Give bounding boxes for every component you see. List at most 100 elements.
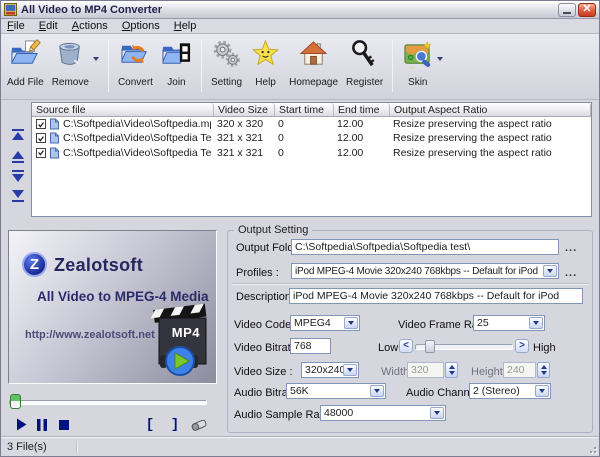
setting-gears-icon bbox=[211, 39, 242, 77]
chevron-down-icon[interactable] bbox=[535, 385, 549, 397]
chevron-down-icon[interactable] bbox=[430, 407, 444, 419]
preview-panel: Z Zealotsoft All Video to MPEG-4 Media h… bbox=[8, 230, 217, 384]
menu-options[interactable]: Options bbox=[116, 20, 168, 32]
toolbar-button-label: Remove bbox=[51, 77, 89, 88]
toolbar-button-label: Skin bbox=[408, 77, 428, 88]
video-size: 321 x 321 bbox=[217, 146, 264, 159]
width-stepper[interactable] bbox=[445, 362, 458, 378]
table-row[interactable]: C:\Softpedia\Video\Softpedia Teste... 321… bbox=[32, 131, 591, 145]
website-link[interactable]: http://www.zealotsoft.net bbox=[25, 329, 155, 341]
audio-sample-rate-select[interactable]: 48000 bbox=[320, 405, 446, 421]
menu-edit[interactable]: Edit bbox=[33, 20, 66, 32]
height-input[interactable]: 240 bbox=[503, 362, 536, 378]
menu-file[interactable]: File bbox=[1, 20, 33, 32]
toolbar-remove-button[interactable]: Remove bbox=[48, 37, 93, 88]
bitrate-high-label: High bbox=[533, 342, 556, 354]
bitrate-slider-right-button[interactable]: > bbox=[515, 339, 529, 353]
toolbar-add-file-button[interactable]: Add File bbox=[3, 37, 48, 88]
end-time: 12.00 bbox=[337, 146, 364, 159]
convert-folder-icon bbox=[120, 39, 151, 77]
column-output-aspect-ratio[interactable]: Output Aspect Ratio bbox=[390, 103, 591, 117]
video-frame-rate-select[interactable]: 25 bbox=[473, 315, 545, 331]
move-to-top-button[interactable] bbox=[10, 129, 26, 141]
toolbar-homepage-button[interactable]: Homepage bbox=[285, 37, 342, 88]
output-setting-label: Output Setting bbox=[234, 224, 313, 236]
toolbar-button-label: Join bbox=[167, 77, 186, 88]
chevron-down-icon[interactable] bbox=[437, 57, 444, 61]
toolbar-join-button[interactable]: Join bbox=[157, 37, 196, 88]
add-file-folder-icon bbox=[10, 39, 41, 77]
brand-name: Zealotsoft bbox=[54, 255, 144, 275]
toolbar-register-button[interactable]: Register bbox=[342, 37, 387, 88]
description-label: Description : bbox=[236, 291, 298, 303]
toolbar: Add File Remove Convert Join Setting Help Home… bbox=[1, 34, 599, 100]
width-input[interactable]: 320 bbox=[407, 362, 444, 378]
chevron-down-icon[interactable] bbox=[92, 57, 99, 61]
table-row[interactable]: C:\Softpedia\Video\Softpedia Teste... 321… bbox=[32, 146, 591, 160]
clear-button[interactable] bbox=[190, 417, 208, 432]
column-start-time[interactable]: Start time bbox=[275, 103, 334, 117]
move-up-button[interactable] bbox=[10, 151, 26, 163]
audio-channels-select[interactable]: 2 (Stereo) bbox=[469, 383, 551, 399]
app-icon bbox=[4, 3, 17, 16]
toolbar-button-label: Homepage bbox=[289, 77, 339, 88]
status-divider bbox=[76, 441, 77, 453]
file-list: Source file Video Size Start time End time O… bbox=[31, 102, 592, 217]
seek-slider-track[interactable] bbox=[9, 400, 207, 405]
homepage-house-icon bbox=[298, 39, 329, 77]
output-folder-input[interactable]: C:\Softpedia\Softpedia\Softpedia test\ bbox=[291, 239, 559, 255]
table-row[interactable]: C:\Softpedia\Video\Softpedia.mpeg 320 x 3… bbox=[32, 117, 591, 131]
output-folder-browse-button[interactable]: ... bbox=[565, 243, 577, 256]
move-to-bottom-button[interactable] bbox=[10, 190, 26, 202]
bitrate-slider-thumb[interactable] bbox=[425, 340, 435, 353]
video-bitrate-input[interactable]: 768 bbox=[290, 338, 331, 354]
audio-bitrate-select[interactable]: 56K bbox=[286, 383, 386, 399]
bitrate-slider-left-button[interactable]: < bbox=[399, 339, 413, 353]
chevron-down-icon[interactable] bbox=[343, 364, 357, 376]
chevron-down-icon[interactable] bbox=[370, 385, 384, 397]
profiles-browse-button[interactable]: ... bbox=[565, 268, 577, 281]
stop-button[interactable] bbox=[57, 417, 71, 432]
move-down-button[interactable] bbox=[10, 170, 26, 182]
video-file-icon bbox=[49, 118, 60, 130]
toolbar-convert-button[interactable]: Convert bbox=[114, 37, 157, 88]
pause-button[interactable] bbox=[35, 417, 49, 432]
row-checkbox[interactable] bbox=[36, 119, 46, 130]
video-size: 321 x 321 bbox=[217, 132, 264, 145]
column-source-file[interactable]: Source file bbox=[32, 103, 214, 117]
start-time: 0 bbox=[278, 118, 284, 131]
toolbar-help-button[interactable]: Help bbox=[246, 37, 285, 88]
group-separator bbox=[232, 283, 589, 284]
status-bar: 3 File(s) bbox=[1, 436, 599, 456]
description-input[interactable]: iPod MPEG-4 Movie 320x240 768kbps -- Def… bbox=[289, 288, 583, 304]
row-checkbox[interactable] bbox=[36, 133, 46, 144]
menu-bar: File Edit Actions Options Help bbox=[1, 19, 599, 34]
toolbar-skin-button[interactable]: Skin bbox=[398, 37, 437, 88]
mark-start-button[interactable]: [ bbox=[144, 417, 156, 433]
chevron-down-icon[interactable] bbox=[529, 317, 543, 329]
minimize-button[interactable] bbox=[558, 2, 576, 17]
mark-end-button[interactable]: ] bbox=[169, 417, 181, 433]
toolbar-setting-button[interactable]: Setting bbox=[207, 37, 246, 88]
column-video-size[interactable]: Video Size bbox=[214, 103, 275, 117]
height-stepper[interactable] bbox=[537, 362, 550, 378]
chevron-down-icon[interactable] bbox=[344, 317, 358, 329]
video-codec-select[interactable]: MPEG4 bbox=[290, 315, 360, 331]
product-tagline: All Video to MPEG-4 Media bbox=[37, 289, 209, 304]
menu-actions[interactable]: Actions bbox=[66, 20, 116, 32]
end-time: 12.00 bbox=[337, 118, 364, 131]
close-button[interactable]: ✕ bbox=[578, 2, 596, 17]
start-time: 0 bbox=[278, 132, 284, 145]
seek-slider-thumb[interactable] bbox=[10, 394, 21, 409]
row-checkbox[interactable] bbox=[36, 147, 46, 158]
profiles-select[interactable]: iPod MPEG-4 Movie 320x240 768kbps -- Def… bbox=[291, 263, 559, 279]
play-button[interactable] bbox=[14, 417, 28, 432]
video-size-select[interactable]: 320x240 bbox=[301, 362, 359, 378]
chevron-down-icon[interactable] bbox=[543, 265, 557, 277]
column-end-time[interactable]: End time bbox=[334, 103, 390, 117]
help-star-icon bbox=[250, 39, 281, 77]
skin-picture-icon bbox=[402, 39, 433, 77]
resize-grip[interactable] bbox=[585, 442, 597, 454]
video-size-label: Video Size : bbox=[234, 366, 293, 378]
menu-help[interactable]: Help bbox=[168, 20, 205, 32]
